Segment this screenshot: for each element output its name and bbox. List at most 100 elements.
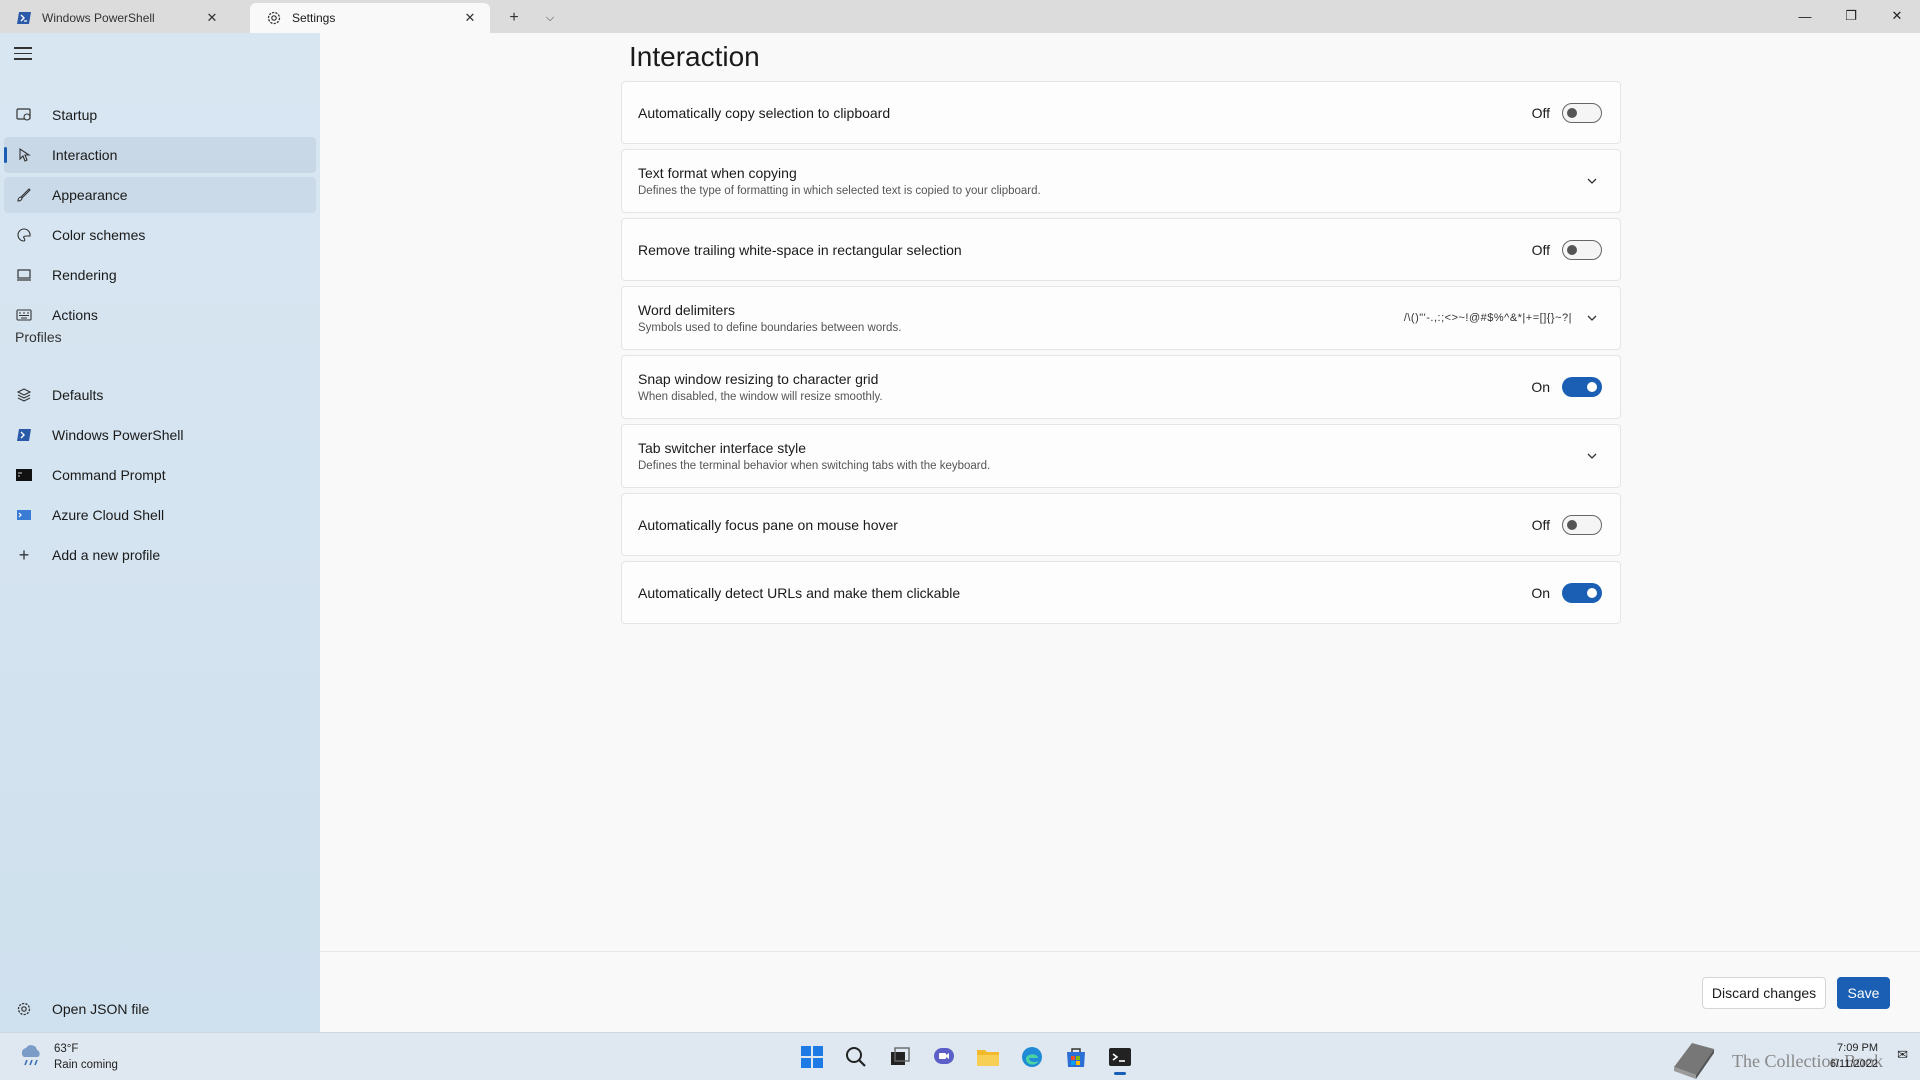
discard-changes-button[interactable]: Discard changes xyxy=(1702,977,1826,1009)
sidebar-item-windows-powershell[interactable]: Windows PowerShell xyxy=(4,417,316,453)
sidebar-item-label: Actions xyxy=(52,307,98,323)
profiles-header: Profiles xyxy=(15,329,62,345)
setting-focus-follow-mouse: Automatically focus pane on mouse hover … xyxy=(621,493,1621,556)
store-icon[interactable] xyxy=(1054,1039,1098,1075)
title-bar: Windows PowerShell ✕ Settings ✕ + ⌵ — ❐ … xyxy=(0,0,1920,33)
sidebar-item-interaction[interactable]: Interaction xyxy=(4,137,316,173)
sidebar-item-rendering[interactable]: Rendering xyxy=(4,257,316,293)
setting-title: Word delimiters xyxy=(638,302,735,318)
toggle-state-label: Off xyxy=(1531,516,1550,533)
sidebar-item-label: Azure Cloud Shell xyxy=(52,507,165,523)
snap-resize-toggle[interactable] xyxy=(1562,377,1602,397)
restore-button[interactable]: ❐ xyxy=(1828,0,1874,32)
powershell-icon xyxy=(14,425,34,445)
setting-description: Defines the terminal behavior when switc… xyxy=(638,460,991,472)
gear-icon xyxy=(14,999,34,1019)
setting-title: Text format when copying xyxy=(638,165,797,181)
chevron-down-icon[interactable] xyxy=(1584,173,1600,189)
trim-whitespace-toggle[interactable] xyxy=(1562,239,1602,260)
setting-description: When disabled, the window will resize sm… xyxy=(638,391,883,403)
rain-cloud-icon xyxy=(18,1043,44,1072)
hamburger-menu-icon[interactable] xyxy=(14,47,32,61)
setting-title: Snap window resizing to character grid xyxy=(638,371,879,387)
search-icon[interactable] xyxy=(834,1039,878,1075)
sidebar-item-label: Startup xyxy=(52,107,98,123)
gear-icon xyxy=(266,10,282,26)
keyboard-icon xyxy=(14,305,34,325)
main-content: Interaction Automatically copy selection… xyxy=(320,33,1920,1032)
close-icon[interactable]: ✕ xyxy=(460,8,480,28)
sidebar-item-color-schemes[interactable]: Color schemes xyxy=(4,217,316,253)
sidebar-item-label: Command Prompt xyxy=(52,467,166,483)
taskbar: 63°F Rain coming The Collection Book 7:0… xyxy=(0,1032,1920,1080)
setting-title: Automatically copy selection to clipboar… xyxy=(638,104,891,121)
clock-date: 6/11/2022 xyxy=(1829,1058,1878,1070)
save-button[interactable]: Save xyxy=(1837,977,1890,1009)
palette-icon xyxy=(14,225,34,245)
sidebar-item-label: Defaults xyxy=(52,387,104,403)
sidebar-item-startup[interactable]: Startup xyxy=(4,97,316,133)
sidebar-item-label: Windows PowerShell xyxy=(52,427,184,443)
focus-follow-mouse-toggle[interactable] xyxy=(1562,514,1602,535)
page-title: Interaction xyxy=(629,41,760,72)
interaction-icon xyxy=(14,145,34,165)
chevron-down-icon[interactable] xyxy=(1584,448,1600,464)
clock[interactable]: 7:09 PM 6/11/2022 xyxy=(1830,1040,1878,1072)
toggle-state-label: On xyxy=(1531,584,1550,601)
sidebar-item-appearance[interactable]: Appearance xyxy=(4,177,316,213)
sidebar-item-defaults[interactable]: Defaults xyxy=(4,377,316,413)
setting-description: Defines the type of formatting in which … xyxy=(638,185,1041,197)
toggle-state-label: Off xyxy=(1531,104,1550,121)
setting-copy-on-select: Automatically copy selection to clipboar… xyxy=(621,81,1621,144)
tab-settings[interactable]: Settings ✕ xyxy=(250,3,490,33)
azure-icon xyxy=(14,505,34,525)
sidebar-item-command-prompt[interactable]: Command Prompt xyxy=(4,457,316,493)
cmd-icon xyxy=(14,465,34,485)
task-view-icon[interactable] xyxy=(878,1039,922,1075)
brush-icon xyxy=(14,185,34,205)
sidebar-item-label: Interaction xyxy=(52,147,118,163)
selection-indicator xyxy=(4,147,7,163)
start-button[interactable] xyxy=(790,1039,834,1075)
setting-title: Tab switcher interface style xyxy=(638,440,807,456)
plus-icon: + xyxy=(18,544,30,565)
chevron-down-icon[interactable] xyxy=(1584,310,1600,326)
sidebar-item-label: Color schemes xyxy=(52,227,146,243)
chevron-down-icon[interactable]: ⌵ xyxy=(532,3,568,33)
monitor-icon xyxy=(14,265,34,285)
chat-icon[interactable] xyxy=(922,1039,966,1075)
detect-urls-toggle[interactable] xyxy=(1562,582,1602,603)
terminal-icon[interactable] xyxy=(1098,1039,1142,1075)
tab-label: Settings xyxy=(292,11,336,25)
tab-windows-powershell[interactable]: Windows PowerShell ✕ xyxy=(0,3,232,33)
sidebar-item-azure-cloud-shell[interactable]: Azure Cloud Shell xyxy=(4,497,316,533)
setting-text-format[interactable]: Text format when copying Defines the typ… xyxy=(621,149,1621,213)
startup-icon xyxy=(14,105,34,125)
setting-tab-switcher[interactable]: Tab switcher interface style Defines the… xyxy=(621,424,1621,488)
minimize-button[interactable]: — xyxy=(1782,0,1828,32)
powershell-icon xyxy=(16,10,32,26)
copy-on-select-toggle[interactable] xyxy=(1562,102,1602,123)
setting-description: Symbols used to define boundaries betwee… xyxy=(638,322,902,334)
word-delimiters-value: /\()"'-.,:;<>~!@#$%^&*|+=[]{}~?| xyxy=(1403,312,1572,324)
close-icon[interactable]: ✕ xyxy=(202,8,222,28)
weather-widget[interactable]: 63°F Rain coming xyxy=(18,1041,118,1073)
clock-time: 7:09 PM xyxy=(1837,1042,1878,1054)
edge-browser-icon[interactable] xyxy=(1010,1039,1054,1075)
sidebar-item-label: Rendering xyxy=(52,267,117,283)
setting-title: Remove trailing white-space in rectangul… xyxy=(638,241,962,258)
sidebar-item-open-json[interactable]: Open JSON file xyxy=(4,991,316,1027)
sidebar-item-label: Add a new profile xyxy=(52,547,161,563)
sidebar-item-actions[interactable]: Actions xyxy=(4,297,316,333)
sidebar-item-add-profile[interactable]: + Add a new profile xyxy=(4,537,316,573)
file-explorer-icon[interactable] xyxy=(966,1039,1010,1075)
new-tab-button[interactable]: + xyxy=(496,3,532,33)
tab-label: Windows PowerShell xyxy=(42,11,155,25)
setting-title: Automatically focus pane on mouse hover xyxy=(638,516,898,533)
notification-icon[interactable]: ✉ xyxy=(1897,1047,1908,1063)
close-window-button[interactable]: ✕ xyxy=(1874,0,1920,32)
setting-word-delimiters[interactable]: Word delimiters Symbols used to define b… xyxy=(621,286,1621,350)
divider xyxy=(320,951,1920,952)
toggle-state-label: On xyxy=(1531,379,1550,395)
system-tray: ✉ xyxy=(1897,1047,1908,1063)
